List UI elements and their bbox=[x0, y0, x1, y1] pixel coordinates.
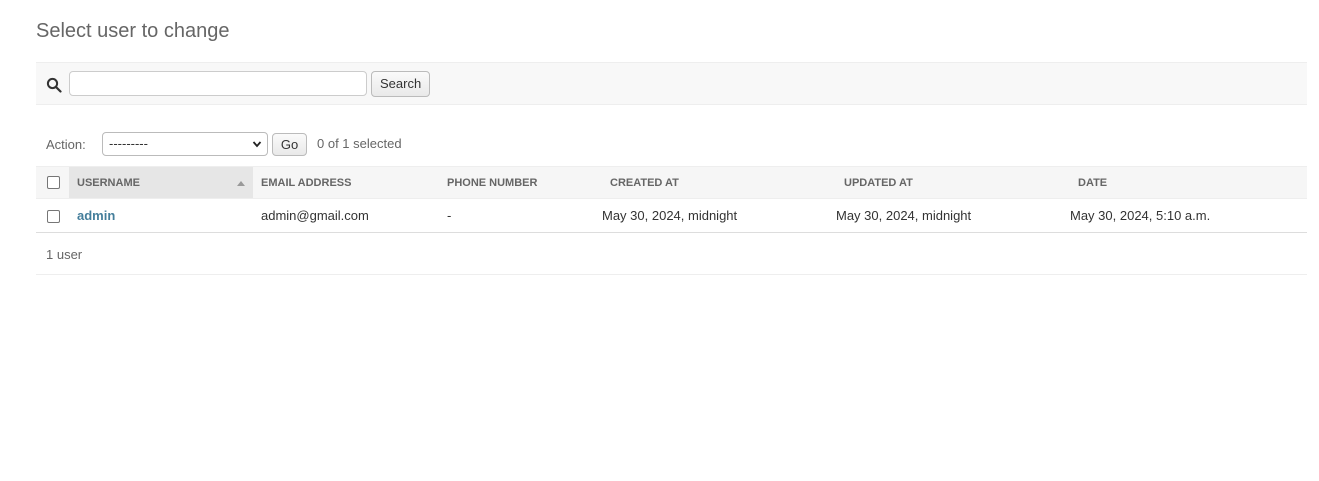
column-header-updated-at[interactable]: Updated at bbox=[836, 166, 1070, 199]
sort-ascending-icon[interactable] bbox=[237, 181, 245, 186]
search-toolbar: Search bbox=[36, 62, 1307, 105]
select-all-checkbox[interactable] bbox=[47, 176, 60, 189]
username-link[interactable]: admin bbox=[69, 208, 115, 223]
column-header-label: Date bbox=[1078, 176, 1108, 189]
updated-at-value: May 30, 2024, midnight bbox=[836, 208, 972, 223]
email-value: admin@gmail.com bbox=[261, 208, 369, 223]
table-header-row: Username Email address Phone number Crea… bbox=[36, 166, 1307, 199]
select-all-header bbox=[36, 166, 69, 199]
column-header-date[interactable]: Date bbox=[1070, 166, 1307, 199]
column-header-label: Username bbox=[77, 176, 140, 189]
column-header-email[interactable]: Email address bbox=[253, 166, 439, 199]
column-header-username[interactable]: Username bbox=[69, 166, 253, 199]
paginator: 1 user bbox=[36, 232, 1307, 275]
action-select[interactable]: --------- bbox=[102, 132, 268, 156]
results-table-container: Username Email address Phone number Crea… bbox=[36, 166, 1307, 233]
column-header-label: Phone number bbox=[447, 176, 538, 189]
cell-phone: - bbox=[439, 198, 602, 233]
action-select-value: --------- bbox=[109, 136, 148, 151]
chevron-down-icon bbox=[252, 141, 262, 148]
actions-bar: Action: --------- Go 0 of 1 selected bbox=[36, 131, 1307, 157]
column-header-label: Updated at bbox=[844, 176, 913, 189]
search-icon bbox=[46, 77, 62, 93]
search-button[interactable]: Search bbox=[371, 71, 431, 97]
change-list-page: Select user to change Search Action: ---… bbox=[0, 0, 1319, 481]
cell-date: May 30, 2024, 5:10 a.m. bbox=[1070, 198, 1307, 233]
go-button[interactable]: Go bbox=[272, 133, 307, 156]
column-header-phone[interactable]: Phone number bbox=[439, 166, 602, 199]
cell-email: admin@gmail.com bbox=[253, 198, 439, 233]
created-at-value: May 30, 2024, midnight bbox=[602, 208, 738, 223]
cell-created-at: May 30, 2024, midnight bbox=[602, 198, 836, 233]
cell-updated-at: May 30, 2024, midnight bbox=[836, 198, 1070, 233]
page-title: Select user to change bbox=[36, 20, 230, 42]
column-header-label: Email address bbox=[261, 176, 352, 189]
action-label: Action: bbox=[46, 137, 86, 152]
results-table: Username Email address Phone number Crea… bbox=[36, 166, 1307, 233]
column-header-created-at[interactable]: Created at bbox=[602, 166, 836, 199]
search-input[interactable] bbox=[69, 71, 367, 96]
row-select-cell bbox=[36, 198, 69, 233]
date-value: May 30, 2024, 5:10 a.m. bbox=[1070, 208, 1211, 223]
cell-username: admin bbox=[69, 198, 253, 233]
table-row: admin admin@gmail.com - May 30, 2024, mi… bbox=[36, 198, 1307, 233]
result-count: 1 user bbox=[46, 247, 83, 262]
selected-counter: 0 of 1 selected bbox=[317, 136, 402, 151]
column-header-label: Created at bbox=[610, 176, 679, 189]
row-checkbox[interactable] bbox=[47, 210, 60, 224]
phone-value: - bbox=[447, 208, 452, 223]
